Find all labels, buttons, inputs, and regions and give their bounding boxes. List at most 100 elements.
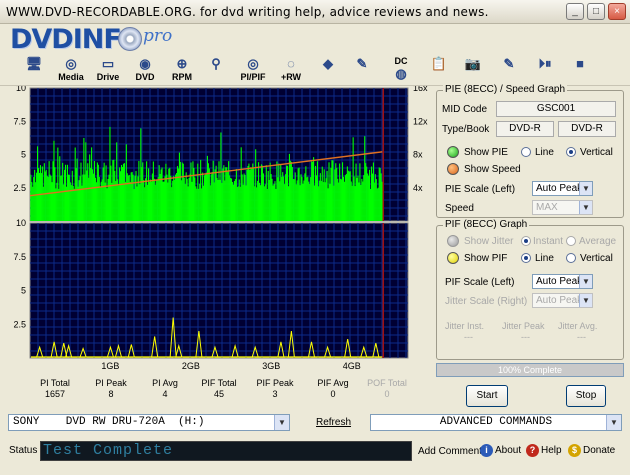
jitter-scale-label: Jitter Scale (Right): [445, 296, 528, 307]
jitter-scale-value: Auto Peak: [536, 295, 583, 306]
rpm-label: RPM: [172, 72, 192, 82]
refresh-link[interactable]: Refresh: [316, 417, 351, 428]
dvd-button[interactable]: ◉ DVD: [130, 56, 160, 84]
jitter-peak-value: ---: [521, 332, 530, 342]
help-link[interactable]: ? Help: [526, 444, 562, 457]
speed-select[interactable]: MAX ▼: [532, 200, 593, 215]
pie-scale-select[interactable]: Auto Peak ▼: [532, 181, 593, 196]
speed-y-tick: 4x: [413, 183, 423, 193]
pif-scale-label: PIF Scale (Left): [445, 277, 515, 288]
pif-scale-select[interactable]: Auto Peak ▼: [532, 274, 593, 289]
speed-y-tick: 12x: [413, 116, 428, 126]
pipif-button[interactable]: ◎ PI/PIF: [236, 56, 270, 84]
plusrw-icon: ◌: [287, 56, 295, 71]
speed-y-tick: 8x: [413, 150, 423, 160]
dvd-label: DVD: [135, 72, 155, 82]
toolbar: 🖥 ◎ Media ▭ Drive ◉ DVD ⊕ RPM ⚲ ◎ PI/PIF ◌ +RW…: [0, 55, 630, 85]
disc-icon: ◎: [65, 56, 77, 71]
show-pif-label[interactable]: Show PIF: [464, 253, 507, 264]
x-axis-tick: 2GB: [182, 361, 200, 371]
chevron-down-icon: ▼: [579, 182, 592, 195]
speed-y-tick: 16x: [413, 86, 428, 93]
pif-vertical-label: Vertical: [580, 253, 613, 264]
pif-line-radio[interactable]: [521, 253, 531, 263]
monitor-icon: 🖥: [25, 56, 43, 71]
chevron-down-icon: ▼: [579, 294, 592, 307]
pif-group-title: PIF (8ECC) Graph: [443, 219, 530, 230]
pif-scale-value: Auto Peak: [536, 276, 583, 287]
add-comment-link[interactable]: Add Comment: [418, 446, 482, 457]
stop-button[interactable]: Stop: [566, 385, 606, 407]
about-link[interactable]: i About: [480, 444, 521, 457]
media-button[interactable]: ◎ Media: [56, 56, 86, 84]
drive-value: SONY DVD RW DRU-720A (H:): [13, 416, 205, 428]
jitter-color-swatch[interactable]: [447, 235, 459, 247]
dc-icon: ◍: [395, 66, 407, 81]
pie-line-radio[interactable]: [521, 147, 531, 157]
close-button[interactable]: ×: [608, 3, 626, 20]
burn-button[interactable]: ✎: [350, 56, 374, 84]
help-icon: ?: [526, 444, 539, 457]
stat-pof-total: POF Total 0: [367, 378, 407, 399]
advanced-commands-value: ADVANCED COMMANDS: [439, 416, 553, 428]
speed-label: Speed: [445, 203, 474, 214]
drive-label: Drive: [96, 72, 120, 82]
logo-text: DVDINF: [10, 24, 122, 55]
pif-color-swatch[interactable]: [447, 252, 459, 264]
pipif-icon: ◎: [247, 56, 259, 71]
edit-icon: ✎: [503, 56, 515, 71]
stop-toolbar-button[interactable]: ■: [570, 56, 590, 84]
rpm-button[interactable]: ⊕ RPM: [167, 56, 197, 84]
pie-vertical-radio[interactable]: [566, 147, 576, 157]
eraser-icon: ◆: [323, 56, 333, 71]
plusrw-button[interactable]: ◌ +RW: [276, 56, 306, 84]
advanced-commands-select[interactable]: ADVANCED COMMANDS ▼: [370, 414, 622, 431]
drive-select[interactable]: SONY DVD RW DRU-720A (H:) ▼: [8, 414, 290, 431]
show-speed-label[interactable]: Show Speed: [464, 164, 521, 175]
monitor-button[interactable]: 🖥: [22, 56, 46, 84]
mid-code-value: GSC001: [496, 101, 616, 117]
mid-code-label: MID Code: [442, 104, 488, 115]
clipboard-button[interactable]: 📋: [428, 56, 450, 84]
drive-button[interactable]: ▭ Drive: [93, 56, 123, 84]
minimize-button[interactable]: _: [566, 3, 584, 20]
show-jitter-label: Show Jitter: [464, 236, 514, 247]
chevron-down-icon: ▼: [274, 415, 289, 430]
x-axis-tick: 4GB: [343, 361, 361, 371]
window-title: WWW.DVD-RECORDABLE.ORG. for dvd writing …: [6, 5, 489, 19]
pif-y-tick: 5: [21, 286, 26, 296]
start-button[interactable]: Start: [466, 385, 508, 407]
status-text: Test Complete: [43, 442, 174, 459]
jitter-peak-label: Jitter Peak: [502, 321, 545, 331]
jitter-instant-radio[interactable]: [521, 236, 531, 246]
stat-pif-avg: PIF Avg 0: [317, 378, 349, 399]
pipif-label: PI/PIF: [240, 72, 266, 82]
eraser-button[interactable]: ◆: [316, 56, 340, 84]
jitter-average-radio[interactable]: [566, 236, 576, 246]
pie-y-tick: 10: [16, 86, 26, 93]
jitter-average-label: Average: [579, 236, 617, 247]
camera-icon: 📷: [464, 56, 482, 71]
title-bar: WWW.DVD-RECORDABLE.ORG. for dvd writing …: [0, 0, 630, 24]
maximize-button[interactable]: □: [587, 3, 605, 20]
donate-link[interactable]: $ Donate: [568, 444, 615, 457]
dc-label: DC: [394, 56, 408, 66]
x-axis-tick: 1GB: [101, 361, 119, 371]
pie-color-swatch[interactable]: [447, 146, 459, 158]
speed-color-swatch[interactable]: [447, 163, 459, 175]
graphs-svg: 10 7.5 5 2.5 16x 12x 8x 4x 10 7.5 5 2.5 1GB 2GB 3GB 4GB: [13, 83, 428, 371]
dc-button[interactable]: DC ◍: [384, 56, 418, 84]
progress-bar: 100% Complete: [436, 363, 624, 377]
edit-button[interactable]: ✎: [497, 56, 521, 84]
progress-text: 100% Complete: [497, 365, 563, 375]
scan-icon: ⚲: [211, 56, 221, 71]
settings-panel: PIE (8ECC) / Speed Graph MID Code GSC001…: [436, 84, 624, 376]
pif-vertical-radio[interactable]: [566, 253, 576, 263]
scan-button[interactable]: ⚲: [204, 56, 228, 84]
jitter-scale-select[interactable]: Auto Peak ▼: [532, 293, 593, 308]
camera-button[interactable]: 📷: [461, 56, 485, 84]
drive-icon: ▭: [101, 56, 115, 71]
show-pie-label[interactable]: Show PIE: [464, 147, 508, 158]
play-pause-button[interactable]: ⏵⏸: [533, 56, 557, 84]
pif-y-tick: 2.5: [13, 319, 26, 329]
